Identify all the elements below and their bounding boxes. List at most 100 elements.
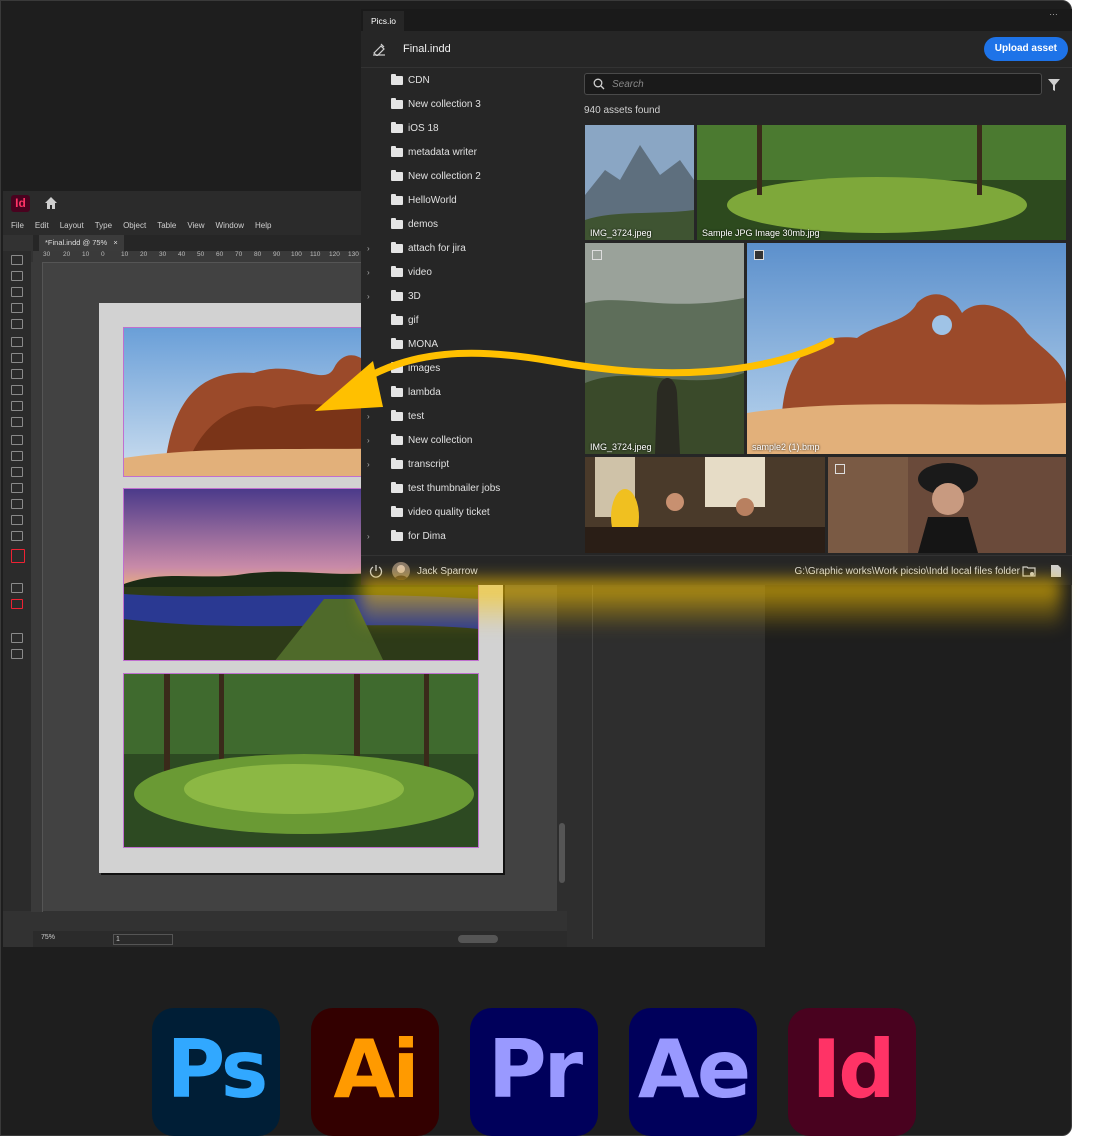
menu-edit[interactable]: Edit <box>35 217 49 235</box>
tree-item-video-quality-ticket[interactable]: video quality ticket <box>361 501 583 525</box>
tree-item-label: metadata writer <box>408 147 477 158</box>
filter-icon[interactable] <box>1048 79 1060 91</box>
select-checkbox[interactable] <box>835 464 845 474</box>
free-transform-tool-icon[interactable] <box>11 451 23 461</box>
document-link-icon[interactable] <box>372 42 386 56</box>
menu-view[interactable]: View <box>187 217 204 235</box>
home-icon[interactable] <box>43 195 59 211</box>
app-label: Id <box>811 1023 895 1116</box>
tools-panel <box>3 251 31 911</box>
tree-item-metadata-writer[interactable]: metadata writer <box>361 141 583 165</box>
view-mode-icon[interactable] <box>11 633 23 643</box>
indesign-app-icon[interactable]: Id <box>788 1008 916 1136</box>
folder-icon <box>391 458 403 469</box>
ruler-mark: 80 <box>254 251 262 258</box>
asset-tile[interactable] <box>585 457 825 553</box>
chevron-right-icon[interactable]: › <box>367 292 370 301</box>
ruler-mark: 70 <box>235 251 243 258</box>
asset-tile[interactable]: IMG_3724.jpeg <box>585 125 694 240</box>
fill-stroke-icon[interactable] <box>11 549 25 563</box>
rectangle-tool-icon[interactable] <box>11 417 23 427</box>
upload-asset-button[interactable]: Upload asset <box>983 37 1068 61</box>
menu-window[interactable]: Window <box>216 217 244 235</box>
after-effects-app-icon[interactable]: Ae <box>629 1008 757 1136</box>
tree-item-new-collection[interactable]: › New collection <box>361 429 583 453</box>
tree-item-test-thumbnailer-jobs[interactable]: test thumbnailer jobs <box>361 477 583 501</box>
menu-layout[interactable]: Layout <box>60 217 84 235</box>
local-folder-path: G:\Graphic works\Work picsio\Indd local … <box>794 566 1020 577</box>
rectangle-frame-tool-icon[interactable] <box>11 401 23 411</box>
select-checkbox[interactable] <box>592 250 602 260</box>
menu-table[interactable]: Table <box>157 217 176 235</box>
menu-file[interactable]: File <box>11 217 24 235</box>
scissors-tool-icon[interactable] <box>11 435 23 445</box>
folder-icon <box>391 122 403 133</box>
app-label: Pr <box>487 1023 583 1116</box>
tree-item-cdn[interactable]: CDN <box>361 69 583 93</box>
menu-type[interactable]: Type <box>95 217 112 235</box>
tree-item-new-collection-2[interactable]: New collection 2 <box>361 165 583 189</box>
picsio-tab[interactable]: Pics.io <box>363 11 405 31</box>
tree-item-helloworld[interactable]: HelloWorld <box>361 189 583 213</box>
asset-tile[interactable] <box>828 457 1066 553</box>
menu-help[interactable]: Help <box>255 217 271 235</box>
pencil-tool-icon[interactable] <box>11 385 23 395</box>
zoom-level[interactable]: 75% <box>41 934 55 941</box>
chevron-right-icon[interactable]: › <box>367 436 370 445</box>
tree-item-new-collection-3[interactable]: New collection 3 <box>361 93 583 117</box>
zoom-tool-icon[interactable] <box>11 531 23 541</box>
collections-tree: CDN New collection 3 iOS 18 metadata wri… <box>361 69 583 553</box>
pen-tool-icon[interactable] <box>11 369 23 379</box>
chevron-right-icon[interactable]: › <box>367 460 370 469</box>
chevron-right-icon[interactable]: › <box>367 268 370 277</box>
line-tool-icon[interactable] <box>11 353 23 363</box>
gap-tool-icon[interactable] <box>11 303 23 313</box>
close-tab-icon[interactable]: × <box>113 238 117 247</box>
photoshop-app-icon[interactable]: Ps <box>152 1008 280 1136</box>
page-tool-icon[interactable] <box>11 287 23 297</box>
tree-item-ios-18[interactable]: iOS 18 <box>361 117 583 141</box>
tree-item-video[interactable]: › video <box>361 261 583 285</box>
tree-item-transcript[interactable]: › transcript <box>361 453 583 477</box>
type-tool-icon[interactable] <box>11 337 23 347</box>
tree-item-attach-for-jira[interactable]: › attach for jira <box>361 237 583 261</box>
folder-icon <box>391 146 403 157</box>
document-icon[interactable] <box>1050 564 1062 578</box>
chevron-right-icon[interactable]: › <box>367 532 370 541</box>
asset-name: IMG_3724.jpeg <box>590 442 652 452</box>
ruler-mark: 100 <box>291 251 302 258</box>
panel-menu-icon[interactable]: … <box>1049 9 1058 17</box>
hand-tool-icon[interactable] <box>11 515 23 525</box>
apply-none-icon[interactable] <box>11 599 23 609</box>
gradient-tool-icon[interactable] <box>11 467 23 477</box>
tree-item-label: transcript <box>408 459 450 470</box>
page-number-field[interactable]: 1 <box>113 934 173 945</box>
premiere-app-icon[interactable]: Pr <box>470 1008 598 1136</box>
avatar[interactable] <box>392 562 410 580</box>
tree-item-3d[interactable]: › 3D <box>361 285 583 309</box>
selection-tool-icon[interactable] <box>11 255 23 265</box>
search-icon <box>593 78 605 90</box>
scrollbar-thumb[interactable] <box>559 823 565 883</box>
chevron-right-icon[interactable]: › <box>367 244 370 253</box>
asset-tile[interactable]: Sample JPG Image 30mb.jpg <box>697 125 1066 240</box>
content-collector-icon[interactable] <box>11 319 23 329</box>
folder-icon <box>391 98 403 109</box>
horizontal-scrollbar-thumb[interactable] <box>458 935 498 943</box>
search-input[interactable]: Search <box>584 73 1042 95</box>
app-label: Ps <box>166 1023 269 1116</box>
folder-settings-icon[interactable] <box>1022 564 1036 578</box>
apply-color-icon[interactable] <box>11 583 23 593</box>
tree-item-for-dima[interactable]: › for Dima <box>361 525 583 549</box>
menu-object[interactable]: Object <box>123 217 146 235</box>
eyedropper-tool-icon[interactable] <box>11 499 23 509</box>
note-tool-icon[interactable] <box>11 483 23 493</box>
power-icon[interactable] <box>369 564 383 578</box>
direct-selection-tool-icon[interactable] <box>11 271 23 281</box>
select-checkbox[interactable] <box>754 250 764 260</box>
screen-mode-icon[interactable] <box>11 649 23 659</box>
tree-item-demos[interactable]: demos <box>361 213 583 237</box>
document-tab[interactable]: *Final.indd @ 75% × <box>39 235 124 251</box>
placed-image-forest[interactable] <box>123 673 479 848</box>
illustrator-app-icon[interactable]: Ai <box>311 1008 439 1136</box>
